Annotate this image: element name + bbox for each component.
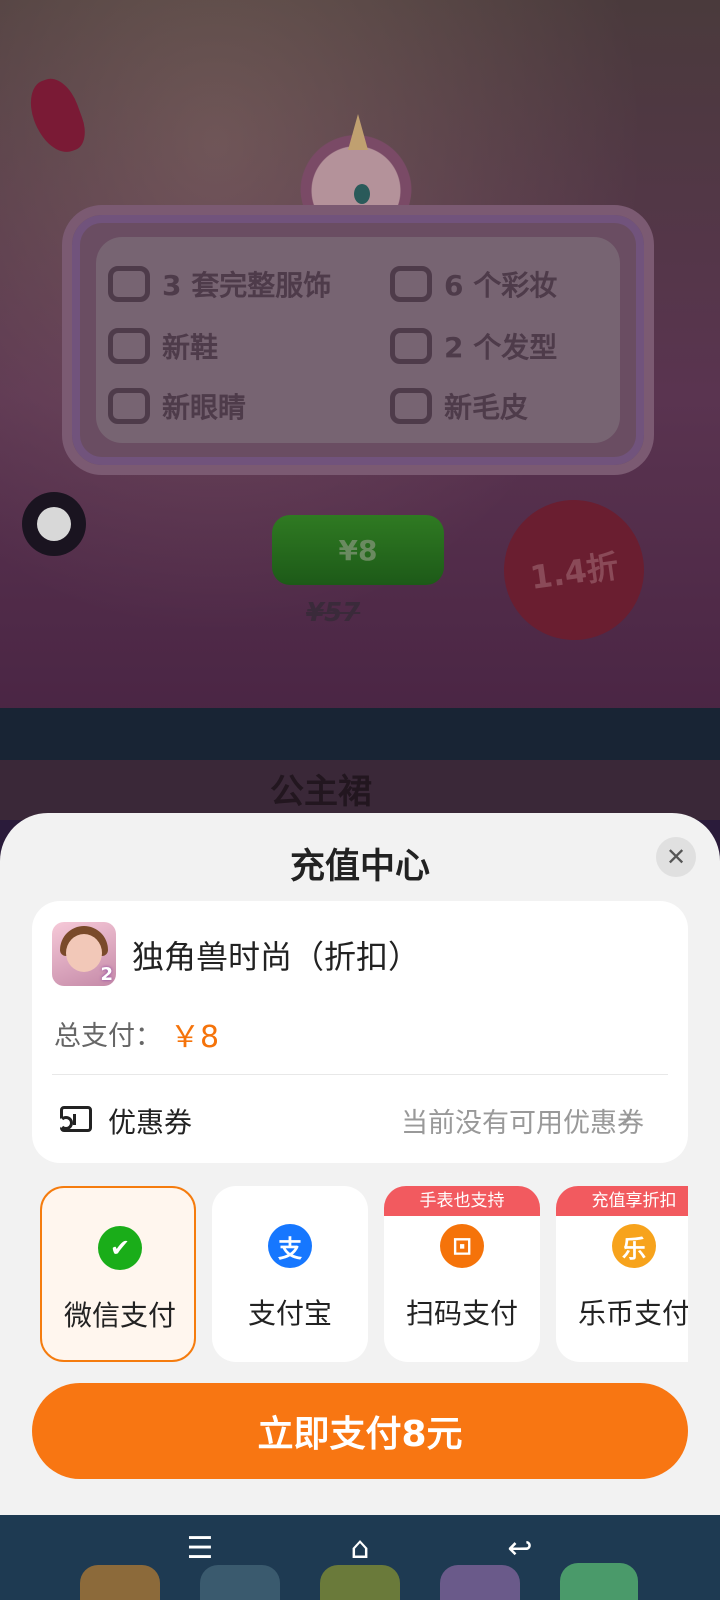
menu-icon[interactable]: ☰ bbox=[180, 1532, 220, 1566]
coupon-icon bbox=[59, 1106, 92, 1132]
alipay-icon: 支 bbox=[268, 1224, 312, 1268]
fur-icon bbox=[390, 388, 432, 424]
chevron-right-icon[interactable]: › bbox=[622, 1100, 633, 1133]
payment-option-wechat[interactable]: ✔ 微信支付 bbox=[40, 1186, 196, 1362]
product-name: 独角兽时尚（折扣） bbox=[132, 938, 421, 976]
hair-icon bbox=[390, 328, 432, 364]
shirt-icon bbox=[108, 266, 150, 302]
payment-methods: ✔ 微信支付 支 支付宝 手表也支持 ⊡ 扫码支付 充值享折扣 乐 乐币支付 bbox=[32, 1186, 688, 1366]
feature-outfits: 3 套完整服饰 bbox=[108, 264, 331, 304]
payment-option-scan[interactable]: 手表也支持 ⊡ 扫码支付 bbox=[384, 1186, 540, 1362]
pay-now-button[interactable]: 立即支付8元 bbox=[32, 1383, 688, 1479]
promo-tag: 手表也支持 bbox=[384, 1186, 540, 1216]
feature-hairstyles: 2 个发型 bbox=[390, 326, 557, 366]
divider bbox=[52, 1074, 668, 1075]
feature-eyes: 新眼睛 bbox=[108, 386, 246, 426]
sheet-title: 充值中心 bbox=[289, 847, 430, 887]
home-icon[interactable]: ⌂ bbox=[340, 1532, 380, 1566]
eye-icon bbox=[108, 388, 150, 424]
lebi-icon: 乐 bbox=[612, 1224, 656, 1268]
game-divider bbox=[0, 708, 720, 760]
section-header: 公主裙 bbox=[0, 760, 720, 820]
shoe-icon bbox=[108, 328, 150, 364]
scan-icon: ⊡ bbox=[440, 1224, 484, 1268]
feature-shoes: 新鞋 bbox=[108, 326, 218, 366]
close-icon[interactable]: ✕ bbox=[656, 837, 696, 877]
feature-makeup: 6 个彩妆 bbox=[390, 264, 557, 304]
total-label: 总支付： bbox=[54, 1021, 162, 1052]
wechat-pay-icon: ✔ bbox=[98, 1226, 142, 1270]
coupon-label[interactable]: 优惠券 bbox=[108, 1101, 192, 1141]
total-value: ￥8 bbox=[170, 1020, 220, 1055]
promo-tag: 充值享折扣 bbox=[556, 1186, 688, 1216]
original-price: ¥57 bbox=[306, 598, 361, 628]
payment-option-alipay[interactable]: 支 支付宝 bbox=[212, 1186, 368, 1362]
feature-fur: 新毛皮 bbox=[390, 386, 528, 426]
coupon-status[interactable]: 当前没有可用优惠券 bbox=[401, 1101, 644, 1140]
payment-option-lebi[interactable]: 充值享折扣 乐 乐币支付 bbox=[556, 1186, 688, 1362]
game-price-button[interactable]: ¥8 bbox=[272, 515, 444, 585]
floating-assist-button[interactable] bbox=[22, 492, 86, 556]
app-icon: 2 bbox=[52, 922, 116, 986]
back-icon[interactable]: ↩ bbox=[500, 1532, 540, 1566]
lipstick-icon bbox=[390, 266, 432, 302]
